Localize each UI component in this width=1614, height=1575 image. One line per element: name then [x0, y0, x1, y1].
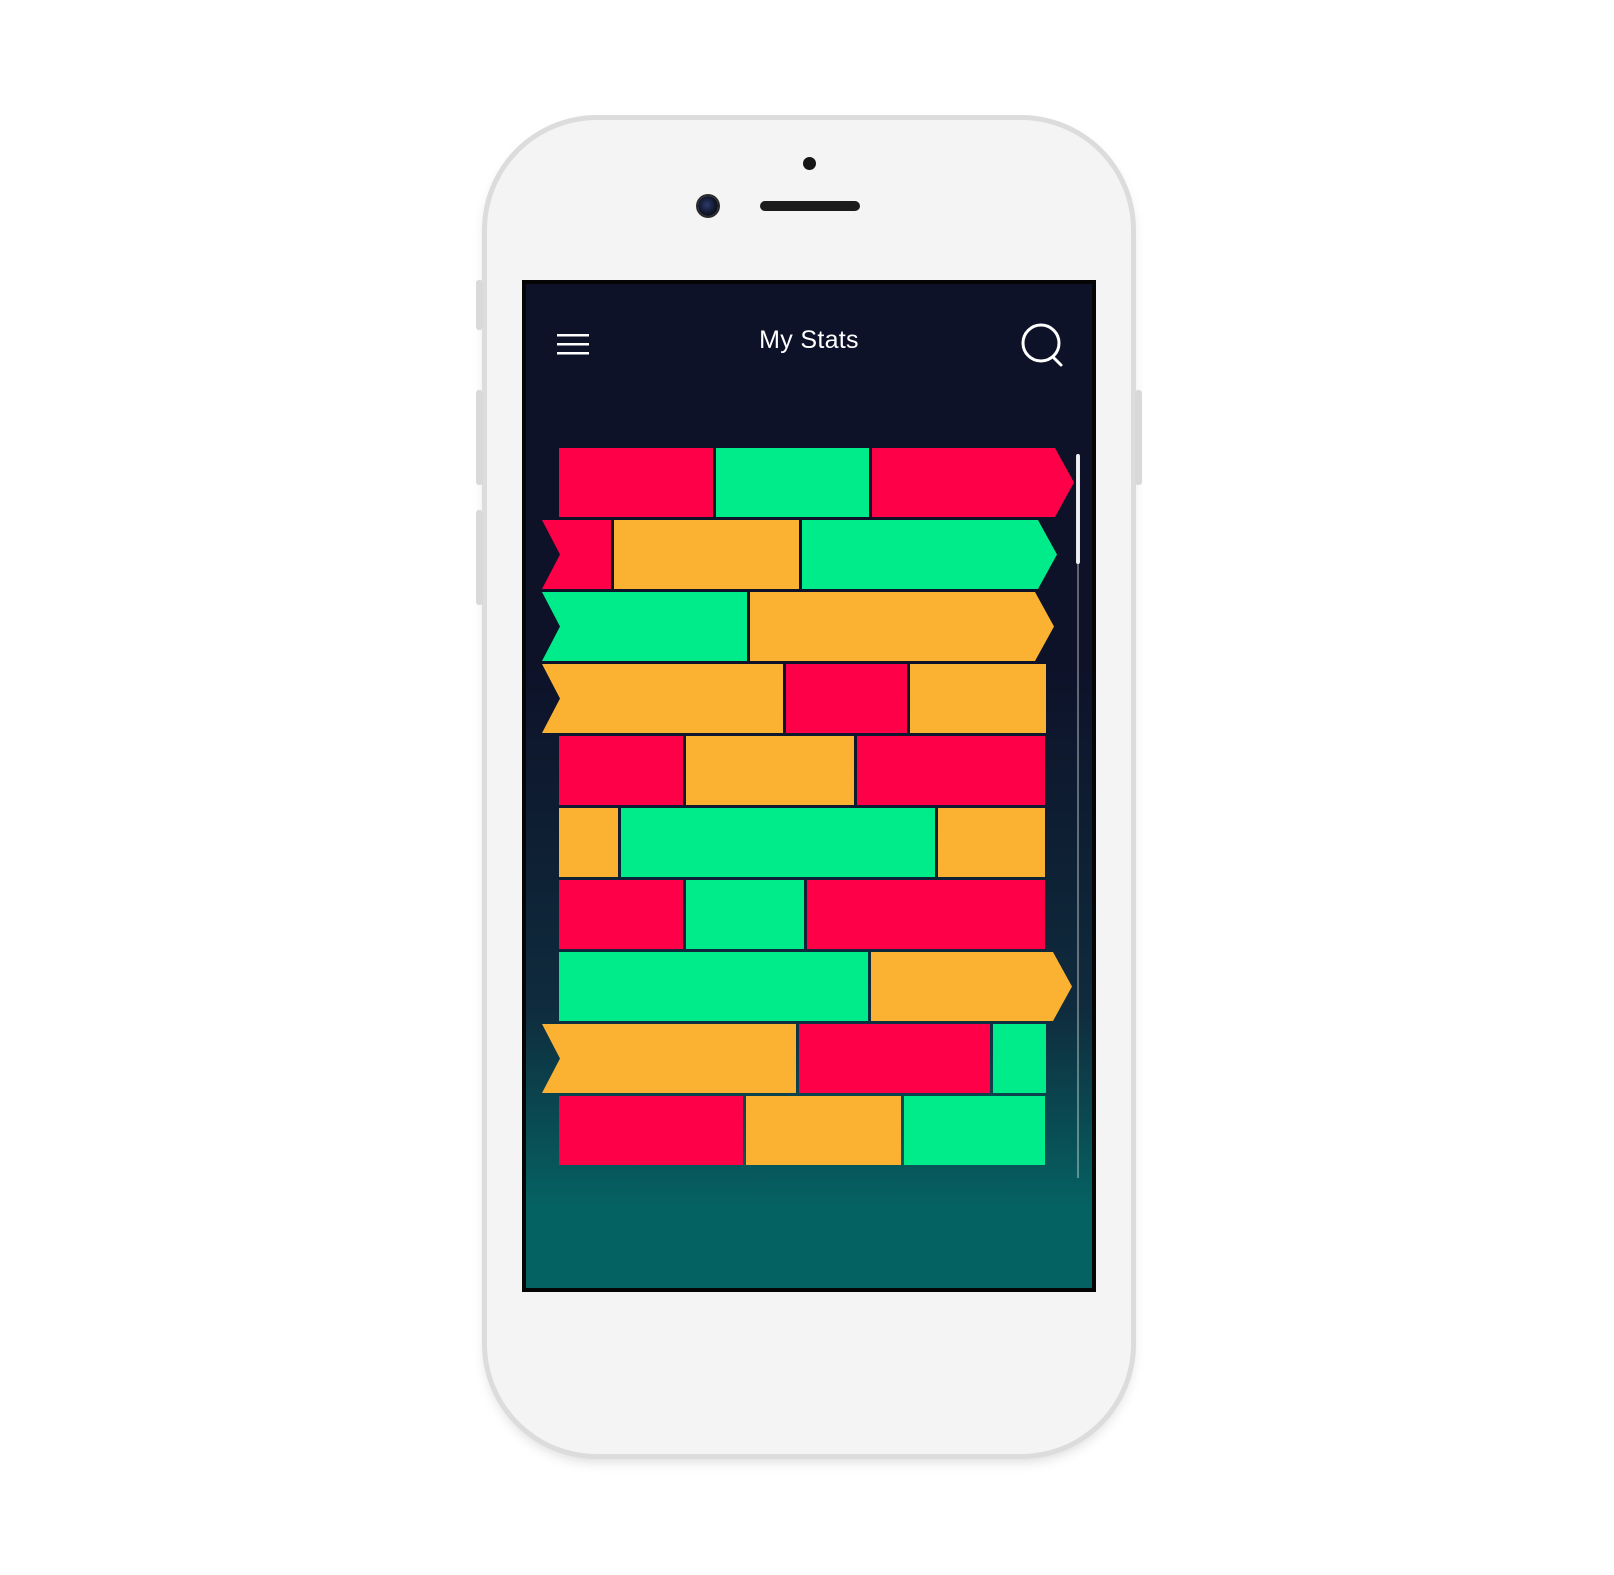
- stat-block-orange[interactable]: [750, 592, 1054, 661]
- stat-block-green[interactable]: [542, 592, 747, 661]
- stat-block-orange[interactable]: [746, 1096, 901, 1165]
- front-camera-icon: [698, 196, 718, 216]
- stat-block-green[interactable]: [621, 808, 935, 877]
- stat-block-red[interactable]: [559, 736, 683, 805]
- stat-block-red[interactable]: [786, 664, 907, 733]
- stat-block-green[interactable]: [904, 1096, 1045, 1165]
- app-screen: My Stats: [522, 280, 1096, 1292]
- power-button: [1135, 390, 1142, 485]
- stat-block-green[interactable]: [802, 520, 1057, 589]
- stat-block-orange[interactable]: [938, 808, 1045, 877]
- stat-block-red[interactable]: [542, 520, 611, 589]
- stat-block-orange[interactable]: [910, 664, 1046, 733]
- proximity-sensor: [803, 157, 816, 170]
- stat-block-red[interactable]: [559, 448, 713, 517]
- stat-block-red[interactable]: [857, 736, 1045, 805]
- stat-block-red[interactable]: [559, 1096, 743, 1165]
- stat-block-green[interactable]: [716, 448, 869, 517]
- stat-block-orange[interactable]: [686, 736, 854, 805]
- stat-block-orange[interactable]: [614, 520, 799, 589]
- scrollbar-thumb[interactable]: [1076, 454, 1080, 564]
- page: My Stats: [0, 0, 1614, 1575]
- stat-block-red[interactable]: [799, 1024, 990, 1093]
- stat-block-green[interactable]: [993, 1024, 1046, 1093]
- stat-block-orange[interactable]: [871, 952, 1072, 1021]
- earpiece-speaker: [760, 201, 860, 211]
- volume-up-button: [476, 390, 483, 485]
- stat-block-red[interactable]: [872, 448, 1074, 517]
- stat-block-orange[interactable]: [542, 1024, 796, 1093]
- volume-down-button: [476, 510, 483, 605]
- stat-block-green[interactable]: [686, 880, 804, 949]
- stat-block-orange[interactable]: [559, 808, 618, 877]
- stat-block-red[interactable]: [559, 880, 683, 949]
- stat-block-red[interactable]: [807, 880, 1045, 949]
- stat-block-green[interactable]: [559, 952, 868, 1021]
- stat-block-orange[interactable]: [542, 664, 783, 733]
- stats-blocks: [542, 448, 1074, 1165]
- silent-switch: [476, 280, 483, 330]
- phone-frame: My Stats: [476, 120, 1142, 1454]
